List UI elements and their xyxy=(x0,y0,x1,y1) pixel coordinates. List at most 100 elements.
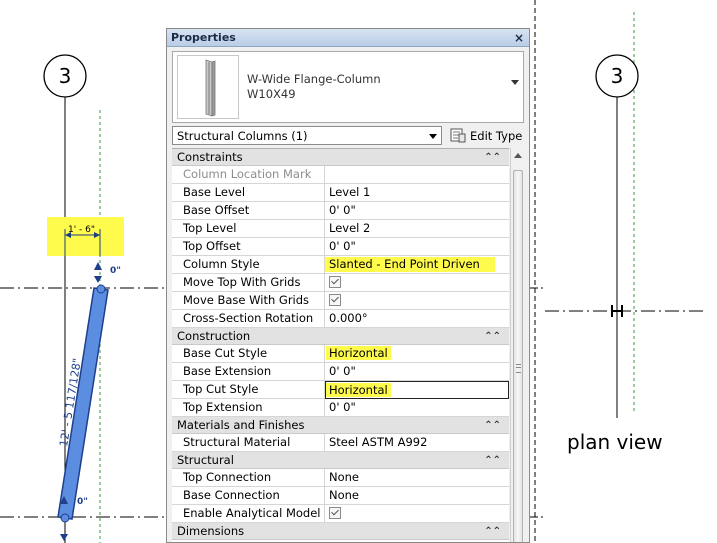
prop-row-top-connection[interactable]: Top Connection None xyxy=(172,469,509,487)
group-header-construction[interactable]: Construction ⌃⌃ xyxy=(172,328,509,345)
prop-value-cell[interactable]: Horizontal xyxy=(325,381,509,399)
prop-name: Base Extension xyxy=(172,363,325,380)
prop-value[interactable]: Level 2 xyxy=(325,220,509,237)
prop-name: Top Cut Style xyxy=(172,381,325,398)
prop-value[interactable]: None xyxy=(325,469,509,486)
category-filter-select[interactable]: Structural Columns (1) xyxy=(172,126,442,145)
prop-value-cell xyxy=(325,274,509,291)
group-header-constraints[interactable]: Constraints ⌃⌃ xyxy=(172,149,509,166)
group-header-dimensions[interactable]: Dimensions ⌃⌃ xyxy=(172,523,509,540)
prop-name: Column Location Mark xyxy=(172,166,325,183)
plan-view-label: plan view xyxy=(567,430,663,454)
prop-name: Cross-Section Rotation xyxy=(172,310,325,327)
prop-name: Column Style xyxy=(172,256,325,273)
type-preview-image xyxy=(177,55,239,119)
top-cut-style-dropdown[interactable]: Horizontal xyxy=(325,381,509,399)
prop-row-structural-material[interactable]: Structural Material Steel ASTM A992 xyxy=(172,434,509,452)
prop-name: Top Offset xyxy=(172,238,325,255)
column-style-value[interactable]: Slanted - End Point Driven xyxy=(325,257,495,272)
prop-name: Top Connection xyxy=(172,469,325,486)
prop-name: Enable Analytical Model xyxy=(172,505,325,522)
scroll-up-icon[interactable] xyxy=(514,153,522,158)
collapse-icon[interactable]: ⌃⌃ xyxy=(484,452,501,469)
prop-row-cross-section-rotation[interactable]: Cross-Section Rotation 0.000° xyxy=(172,310,509,328)
dimension-value[interactable]: 1' - 6" xyxy=(68,225,95,235)
dimension-highlight xyxy=(47,217,124,256)
prop-row-base-cut-style[interactable]: Base Cut Style Horizontal xyxy=(172,345,509,363)
prop-row-top-extension[interactable]: Top Extension 0' 0" xyxy=(172,399,509,417)
close-icon[interactable]: × xyxy=(514,32,524,44)
column-top-endpoint[interactable] xyxy=(96,284,106,294)
properties-title: Properties xyxy=(171,31,236,44)
prop-value xyxy=(325,166,509,183)
prop-value[interactable]: 0' 0" xyxy=(325,363,509,380)
properties-title-bar[interactable]: Properties × xyxy=(167,29,529,47)
edit-type-icon xyxy=(450,128,466,143)
prop-value[interactable]: 0.000° xyxy=(325,310,509,327)
prop-row-base-extension[interactable]: Base Extension 0' 0" xyxy=(172,363,509,381)
prop-name: Base Connection xyxy=(172,487,325,504)
prop-name: Structural Material xyxy=(172,434,325,451)
chevron-down-icon[interactable] xyxy=(429,134,437,139)
prop-name: Base Offset xyxy=(172,202,325,219)
top-offset-tag[interactable]: 0" xyxy=(110,266,121,276)
base-drag-arrow-down[interactable] xyxy=(60,534,68,541)
prop-value[interactable]: Level 1 xyxy=(325,184,509,201)
move-base-with-grids-checkbox[interactable] xyxy=(329,293,341,306)
top-cut-style-value: Horizontal xyxy=(326,383,391,397)
enable-analytical-model-checkbox[interactable] xyxy=(329,506,341,519)
prop-row-move-base-with-grids[interactable]: Move Base With Grids xyxy=(172,292,509,310)
prop-name: Top Level xyxy=(172,220,325,237)
properties-scrollbar[interactable] xyxy=(510,148,525,542)
prop-row-top-offset[interactable]: Top Offset 0' 0" xyxy=(172,238,509,256)
properties-palette: Properties × W-Wide Flange-Column W10X49… xyxy=(166,28,530,543)
type-selector[interactable]: W-Wide Flange-Column W10X49 xyxy=(172,51,524,123)
top-drag-arrow-up[interactable] xyxy=(94,262,102,270)
prop-value[interactable]: 0' 0" xyxy=(325,238,509,255)
prop-row-top-cut-style[interactable]: Top Cut Style Horizontal xyxy=(172,381,509,399)
collapse-icon[interactable]: ⌃⌃ xyxy=(484,523,501,540)
prop-row-enable-analytical-model[interactable]: Enable Analytical Model xyxy=(172,505,509,523)
base-offset-tag[interactable]: 0" xyxy=(77,497,88,507)
column-base-endpoint[interactable] xyxy=(60,513,70,523)
prop-row-base-offset[interactable]: Base Offset 0' 0" xyxy=(172,202,509,220)
edit-type-button[interactable]: Edit Type xyxy=(450,126,522,145)
prop-value[interactable]: 0' 0" xyxy=(325,202,509,219)
scrollbar-thumb[interactable] xyxy=(513,170,523,542)
prop-name: Base Cut Style xyxy=(172,345,325,362)
collapse-icon[interactable]: ⌃⌃ xyxy=(484,149,501,166)
type-dropdown-icon[interactable] xyxy=(511,80,519,85)
prop-row-base-connection[interactable]: Base Connection None xyxy=(172,487,509,505)
type-family-name: W-Wide Flange-Column xyxy=(247,72,381,86)
edit-type-label: Edit Type xyxy=(470,128,523,143)
prop-value[interactable]: Steel ASTM A992 xyxy=(325,434,509,451)
prop-value[interactable]: None xyxy=(325,487,509,504)
prop-row-base-level[interactable]: Base Level Level 1 xyxy=(172,184,509,202)
move-top-with-grids-checkbox[interactable] xyxy=(329,275,341,288)
prop-name: Top Extension xyxy=(172,399,325,416)
prop-value-cell[interactable]: Slanted - End Point Driven xyxy=(325,256,509,273)
group-title: Constraints xyxy=(177,150,243,164)
group-title: Construction xyxy=(177,329,251,343)
base-cut-style-value[interactable]: Horizontal xyxy=(326,346,391,360)
prop-value-cell xyxy=(325,505,509,522)
group-title: Dimensions xyxy=(177,524,245,538)
prop-row-column-style[interactable]: Column Style Slanted - End Point Driven xyxy=(172,256,509,274)
group-header-materials-and-finishes[interactable]: Materials and Finishes ⌃⌃ xyxy=(172,417,509,434)
prop-name: Move Top With Grids xyxy=(172,274,325,291)
prop-value-cell[interactable]: Horizontal xyxy=(325,345,509,362)
group-title: Materials and Finishes xyxy=(177,418,305,432)
prop-row-top-level[interactable]: Top Level Level 2 xyxy=(172,220,509,238)
group-header-structural[interactable]: Structural ⌃⌃ xyxy=(172,452,509,469)
collapse-icon[interactable]: ⌃⌃ xyxy=(484,328,501,345)
prop-value[interactable]: 0' 0" xyxy=(325,399,509,416)
type-name: W10X49 xyxy=(247,87,296,101)
group-title: Structural xyxy=(177,453,234,467)
top-drag-arrow-down[interactable] xyxy=(94,276,102,283)
filter-row: Structural Columns (1) Edit Type xyxy=(172,126,524,146)
collapse-icon[interactable]: ⌃⌃ xyxy=(484,417,501,434)
grid-bubble-left-label: 3 xyxy=(59,64,72,88)
properties-grid: Constraints ⌃⌃ Column Location Mark Base… xyxy=(172,148,509,542)
prop-value-cell xyxy=(325,292,509,309)
prop-row-move-top-with-grids[interactable]: Move Top With Grids xyxy=(172,274,509,292)
